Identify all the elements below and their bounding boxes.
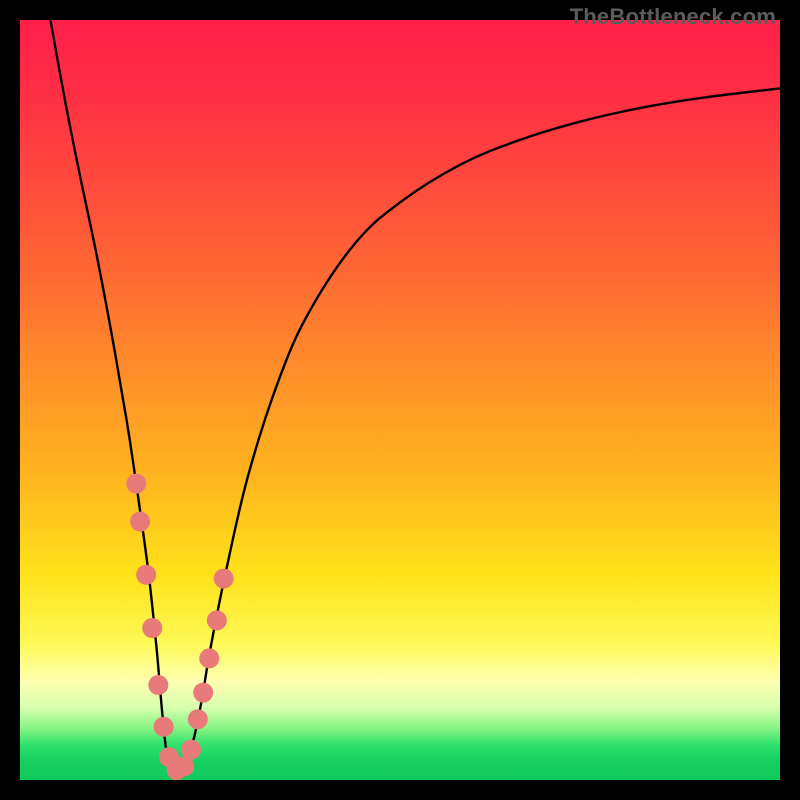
background-gradient (20, 20, 780, 780)
plot-area (20, 20, 780, 780)
chart-frame: TheBottleneck.com (0, 0, 800, 800)
watermark-text: TheBottleneck.com (570, 4, 776, 30)
